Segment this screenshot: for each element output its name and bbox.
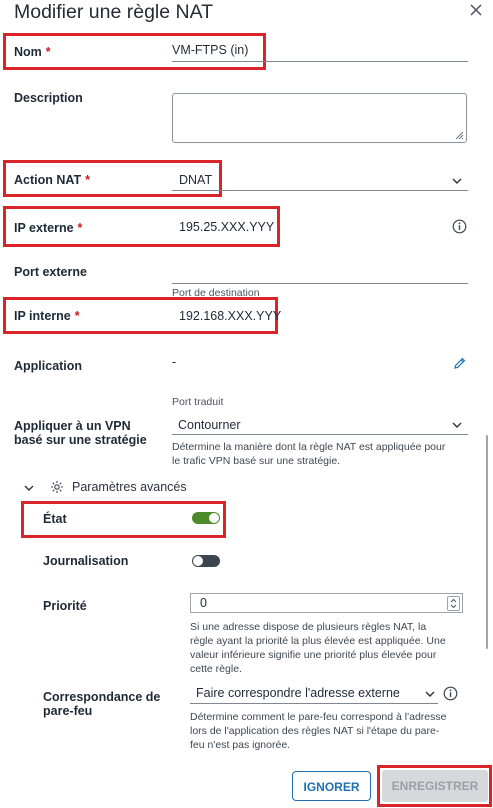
port-externe-label: Port externe bbox=[14, 265, 87, 279]
priorite-help-line2: règle ayant la priorité la plus élevée e… bbox=[190, 635, 446, 647]
priorite-label: Priorité bbox=[43, 599, 87, 613]
action-nat-label: Action NAT * bbox=[14, 173, 90, 187]
application-label: Application bbox=[14, 359, 83, 373]
priorite-help-line3: valeur inférieure signifie une priorité … bbox=[190, 649, 437, 661]
resize-handle-icon bbox=[455, 131, 464, 140]
ip-interne-input[interactable]: 192.168.XXX.YYY bbox=[179, 308, 281, 324]
action-nat-select[interactable]: DNAT bbox=[179, 172, 212, 188]
save-button[interactable]: ENREGISTRER bbox=[382, 770, 488, 802]
journalisation-label: Journalisation bbox=[43, 554, 129, 568]
gear-icon bbox=[50, 480, 64, 499]
chevron-down-icon[interactable] bbox=[451, 175, 463, 187]
close-icon[interactable] bbox=[469, 3, 483, 17]
nom-input[interactable]: VM-FTPS (in) bbox=[172, 42, 248, 58]
chevron-down-icon[interactable] bbox=[23, 481, 35, 499]
info-icon[interactable] bbox=[452, 219, 467, 239]
ip-externe-label: IP externe * bbox=[14, 221, 83, 235]
ignore-button[interactable]: IGNORER bbox=[292, 771, 371, 801]
port-externe-underline bbox=[172, 283, 468, 284]
pare-feu-help-line2: lors de l'application des règles NAT si … bbox=[190, 725, 440, 737]
journalisation-toggle[interactable] bbox=[192, 555, 220, 567]
description-label: Description bbox=[14, 91, 83, 105]
application-value: - bbox=[172, 355, 177, 369]
scrollbar[interactable] bbox=[486, 435, 488, 649]
ip-interne-label: IP interne * bbox=[14, 309, 80, 323]
chevron-down-icon[interactable] bbox=[424, 688, 436, 700]
ip-externe-input[interactable]: 195.25.XXX.YYY bbox=[179, 219, 274, 235]
chevron-down-icon[interactable] bbox=[451, 419, 463, 431]
vpn-help-line1: Détermine la manière dont la règle NAT e… bbox=[172, 441, 446, 453]
pare-feu-label-line2: pare-feu bbox=[43, 704, 93, 718]
priorite-input[interactable]: 0 bbox=[190, 593, 463, 613]
priorite-help-line1: Si une adresse dispose de plusieurs règl… bbox=[190, 621, 427, 633]
vpn-help-line2: le trafic VPN basé sur une stratégie. bbox=[172, 455, 341, 467]
priorite-help-line4: cette règle. bbox=[190, 663, 242, 675]
application-hint: Port traduit bbox=[172, 396, 224, 408]
nom-underline bbox=[172, 61, 468, 62]
etat-toggle[interactable] bbox=[192, 512, 220, 524]
pencil-icon[interactable] bbox=[452, 356, 467, 376]
vpn-label-line2: basé sur une stratégie bbox=[14, 433, 147, 447]
vpn-select[interactable]: Contourner bbox=[178, 417, 241, 433]
etat-label: État bbox=[43, 512, 67, 526]
stepper-icon[interactable] bbox=[447, 596, 460, 611]
info-icon[interactable] bbox=[443, 686, 458, 706]
pare-feu-help-line3: feu n'est pas ignorée. bbox=[190, 739, 291, 751]
pare-feu-help-line1: Détermine comment le pare-feu correspond… bbox=[190, 711, 447, 723]
pare-feu-underline bbox=[190, 703, 438, 704]
pare-feu-select[interactable]: Faire correspondre l'adresse externe bbox=[196, 685, 400, 701]
vpn-underline bbox=[172, 434, 468, 435]
dialog-title: Modifier une règle NAT bbox=[14, 1, 214, 23]
action-nat-underline bbox=[172, 190, 468, 191]
port-externe-input[interactable] bbox=[172, 262, 468, 282]
nom-label: Nom * bbox=[14, 45, 51, 59]
priorite-value: 0 bbox=[200, 596, 207, 610]
advanced-settings-title[interactable]: Paramètres avancés bbox=[72, 479, 187, 495]
description-textarea[interactable] bbox=[172, 93, 467, 143]
